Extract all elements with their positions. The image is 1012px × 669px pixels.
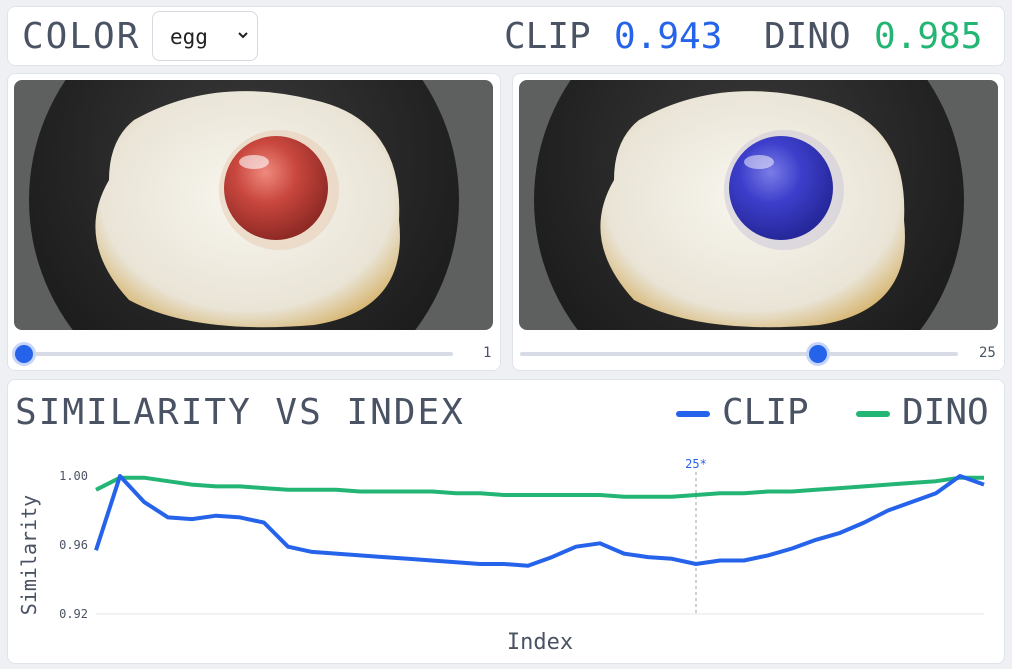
clip-metric-label: CLIP bbox=[504, 16, 591, 57]
egg-red-yolk-image bbox=[14, 80, 493, 330]
color-select[interactable]: egg bbox=[152, 11, 258, 61]
slider-thumb[interactable] bbox=[808, 345, 827, 363]
index-slider[interactable] bbox=[14, 345, 453, 363]
x-axis-label: Index bbox=[507, 630, 573, 655]
original-image-panel: 1 bbox=[7, 73, 501, 371]
y-tick-label: 0.96 bbox=[59, 538, 88, 552]
edited-image-panel: 25 bbox=[512, 73, 1005, 371]
series-line-clip bbox=[94, 474, 985, 568]
clip-metric-value: 0.943 bbox=[614, 16, 723, 57]
slider-track bbox=[15, 352, 453, 356]
similarity-chart-panel: SIMILARITY VS INDEX CLIP DINO 1.00 0.96 0.… bbox=[7, 379, 1005, 664]
y-axis-label: Similarity bbox=[17, 495, 41, 615]
series-line-dino bbox=[95, 475, 984, 499]
y-tick-label: 1.00 bbox=[59, 469, 88, 483]
dino-metric-label: DINO bbox=[764, 16, 851, 57]
chart-lines bbox=[94, 474, 985, 568]
dino-metric-value: 0.985 bbox=[874, 16, 983, 57]
y-tick-label: 0.92 bbox=[59, 607, 88, 621]
slider-track bbox=[520, 352, 958, 356]
chevron-down-icon bbox=[238, 32, 248, 39]
slider-thumb[interactable] bbox=[14, 345, 33, 363]
similarity-line-chart: 1.00 0.96 0.92 25* Similarity Index bbox=[17, 457, 985, 655]
slider-value: 1 bbox=[483, 345, 492, 361]
color-label: COLOR bbox=[22, 16, 141, 57]
index-marker: 25* bbox=[685, 457, 707, 614]
top-bar: COLOR egg CLIP 0.943 DINO 0.985 bbox=[7, 6, 1005, 66]
color-select-value: egg bbox=[170, 25, 208, 49]
egg-blue-yolk-image bbox=[519, 80, 998, 330]
slider-value: 25 bbox=[979, 345, 996, 361]
index-slider[interactable] bbox=[520, 345, 958, 363]
index-marker-label: 25* bbox=[685, 457, 707, 471]
y-axis: 1.00 0.96 0.92 bbox=[59, 469, 88, 621]
